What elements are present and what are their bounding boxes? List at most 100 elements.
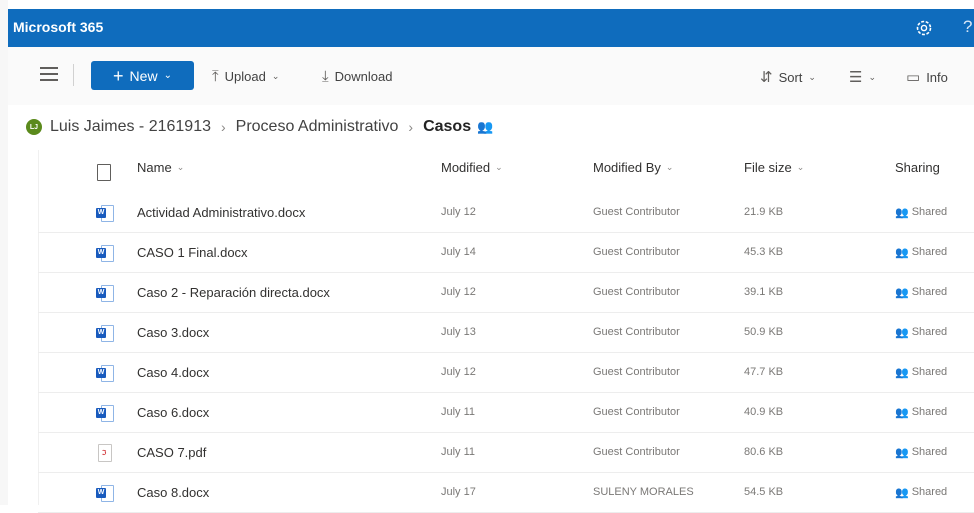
plus-icon: + [113, 65, 124, 86]
app-header: Microsoft 365 ? [8, 9, 974, 47]
word-file-icon: W [96, 364, 114, 382]
sharing-status[interactable]: 👥 Shared [895, 192, 947, 232]
column-header-modified[interactable]: Modified ⌄ [441, 160, 503, 175]
sharing-status[interactable]: 👥 Shared [895, 312, 947, 352]
sharing-status[interactable]: 👥 Shared [895, 352, 947, 392]
sharing-status[interactable]: 👥 Shared [895, 232, 947, 272]
modified-date: July 12 [441, 366, 476, 378]
file-size: 21.9 KB [744, 206, 784, 218]
info-button[interactable]: ▭ Info [906, 68, 948, 86]
modified-by: SULENY MORALES [593, 486, 694, 498]
view-options-icon: ☰ [849, 69, 863, 86]
chevron-right-icon: › [220, 119, 226, 135]
sharing-status[interactable]: 👥 Shared [895, 392, 947, 432]
people-icon: 👥 [895, 286, 909, 299]
modified-date: July 13 [441, 326, 476, 338]
word-file-icon: W [96, 204, 114, 222]
chevron-down-icon: ⌄ [176, 162, 185, 172]
download-icon: ⤓ [322, 68, 329, 85]
modified-by: Guest Contributor [593, 326, 680, 338]
file-icon [97, 164, 111, 181]
word-file-icon: W [96, 484, 114, 502]
sort-button-label: Sort [778, 69, 803, 85]
breadcrumb: LJ Luis Jaimes - 2161913 › Proceso Admin… [26, 116, 493, 138]
file-name[interactable]: CASO 1 Final.docx [137, 232, 248, 272]
column-header-label: Name [137, 160, 172, 175]
sort-button[interactable]: ⇵ Sort ⌄ [760, 68, 816, 86]
breadcrumb-item[interactable]: Luis Jaimes - 2161913 [50, 118, 211, 136]
gear-icon[interactable] [913, 17, 935, 39]
modified-date: July 11 [441, 406, 476, 418]
file-name[interactable]: Caso 6.docx [137, 392, 209, 432]
menu-icon[interactable] [40, 67, 58, 81]
file-size: 47.7 KB [744, 366, 784, 378]
table-row[interactable]: W Caso 8.docx July 17 SULENY MORALES 54.5 KB… [38, 472, 974, 513]
people-icon: 👥 [895, 326, 909, 339]
sharing-label: Shared [911, 446, 948, 458]
help-icon[interactable]: ? [963, 17, 972, 37]
modified-date: July 12 [441, 206, 476, 218]
file-size: 50.9 KB [744, 326, 784, 338]
sharing-status[interactable]: 👥 Shared [895, 432, 947, 472]
column-header-label: File size [744, 160, 792, 175]
new-button[interactable]: + New ⌄ [91, 61, 194, 90]
file-name[interactable]: Actividad Administrativo.docx [137, 192, 305, 232]
sharing-label: Shared [911, 246, 948, 258]
people-icon: 👥 [895, 486, 909, 499]
table-row[interactable]: ℑ CASO 7.pdf July 11 Guest Contributor 80.6 … [38, 432, 974, 473]
breadcrumb-item[interactable]: Proceso Administrativo [236, 118, 399, 136]
sharing-status[interactable]: 👥 Shared [895, 472, 947, 512]
chevron-down-icon: ⌄ [868, 71, 876, 82]
info-icon: ▭ [906, 69, 921, 86]
upload-icon: ⤒ [212, 68, 219, 85]
modified-date: July 14 [441, 246, 476, 258]
modified-date: July 12 [441, 286, 476, 298]
file-size: 80.6 KB [744, 446, 784, 458]
column-header-modified-by[interactable]: Modified By ⌄ [593, 160, 673, 175]
modified-by: Guest Contributor [593, 206, 680, 218]
column-header-label: Sharing [895, 160, 940, 175]
people-icon: 👥 [895, 446, 909, 459]
file-size: 40.9 KB [744, 406, 784, 418]
word-file-icon: W [96, 284, 114, 302]
file-size: 54.5 KB [744, 486, 784, 498]
file-name[interactable]: Caso 3.docx [137, 312, 209, 352]
file-name[interactable]: Caso 4.docx [137, 352, 209, 392]
table-row[interactable]: W Caso 3.docx July 13 Guest Contributor 50.9… [38, 312, 974, 353]
table-row[interactable]: W Caso 2 - Reparación directa.docx July 12… [38, 272, 974, 313]
download-button[interactable]: ⤓ Download [322, 68, 392, 85]
file-size: 45.3 KB [744, 246, 784, 258]
view-options-button[interactable]: ☰ ⌄ [849, 68, 876, 86]
download-button-label: Download [334, 69, 393, 84]
file-name[interactable]: CASO 7.pdf [137, 432, 206, 472]
modified-by: Guest Contributor [593, 246, 680, 258]
table-row[interactable]: W Caso 6.docx July 11 Guest Contributor 40.9… [38, 392, 974, 433]
chevron-down-icon: ⌄ [271, 71, 280, 81]
column-header-sharing[interactable]: Sharing [895, 160, 940, 175]
chevron-down-icon: ⌄ [808, 71, 816, 82]
column-header-name[interactable]: Name ⌄ [137, 160, 184, 175]
chevron-down-icon: ⌄ [665, 162, 674, 172]
sharing-label: Shared [911, 326, 948, 338]
sharing-label: Shared [911, 366, 948, 378]
upload-button[interactable]: ⤒ Upload ⌄ [212, 68, 279, 85]
modified-by: Guest Contributor [593, 286, 680, 298]
sharing-status[interactable]: 👥 Shared [895, 272, 947, 312]
modified-by: Guest Contributor [593, 406, 680, 418]
sharing-label: Shared [911, 406, 948, 418]
pdf-file-icon: ℑ [96, 443, 112, 462]
column-header-label: Modified [441, 160, 491, 175]
chevron-down-icon: ⌄ [163, 70, 172, 81]
word-file-icon: W [96, 244, 114, 262]
table-row[interactable]: W Caso 4.docx July 12 Guest Contributor 47.7… [38, 352, 974, 393]
sharing-label: Shared [911, 486, 948, 498]
people-icon: 👥 [895, 406, 909, 419]
file-name[interactable]: Caso 8.docx [137, 472, 209, 512]
word-file-icon: W [96, 324, 114, 342]
table-row[interactable]: W CASO 1 Final.docx July 14 Guest Contribut… [38, 232, 974, 273]
app-title[interactable]: Microsoft 365 [13, 19, 103, 35]
column-header-file-size[interactable]: File size ⌄ [744, 160, 804, 175]
table-row[interactable]: W Actividad Administrativo.docx July 12 Gue… [38, 192, 974, 233]
file-type-cell: W [96, 472, 114, 512]
file-name[interactable]: Caso 2 - Reparación directa.docx [137, 272, 330, 312]
